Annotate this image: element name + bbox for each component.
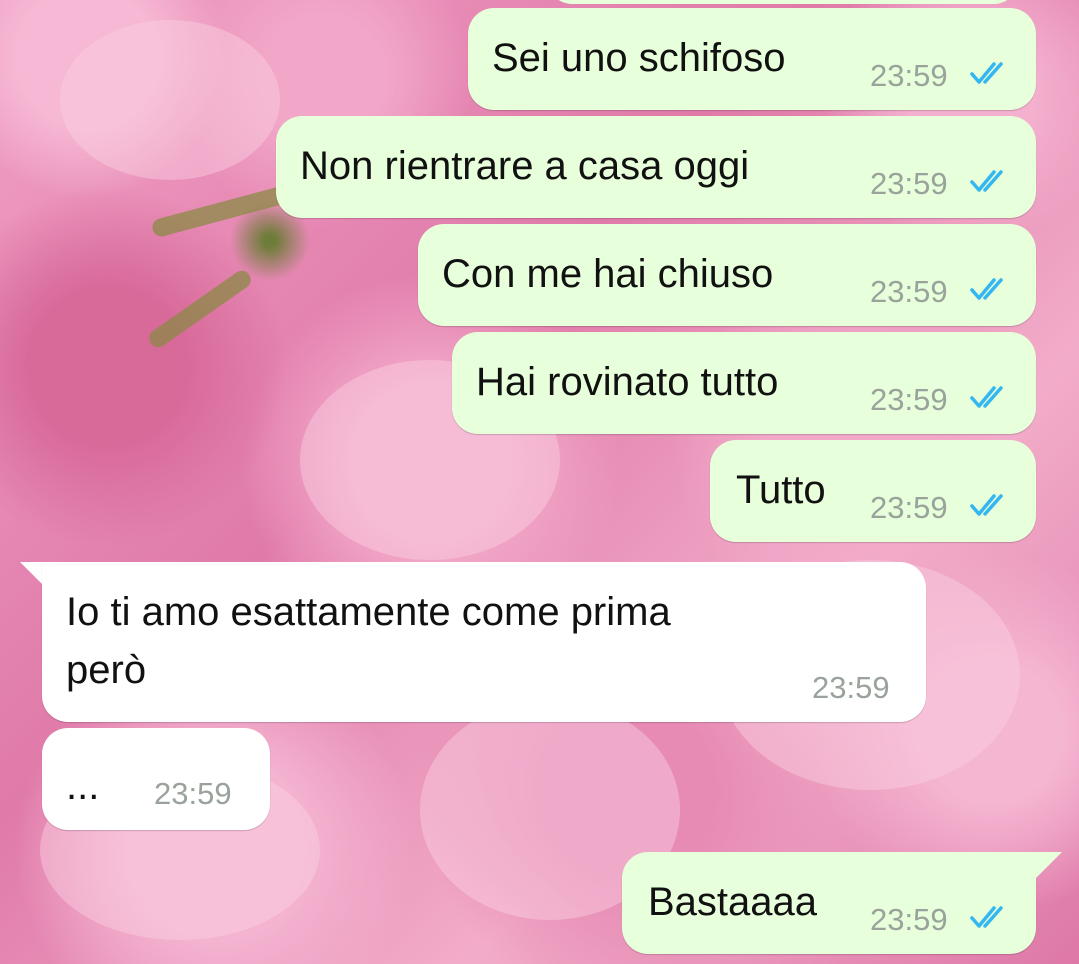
message-timestamp: 23:59: [870, 382, 948, 417]
double-check-read-icon: [970, 906, 1003, 928]
double-check-read-icon: [970, 278, 1003, 300]
message-text: Tutto: [736, 468, 826, 512]
message-timestamp: 23:59: [154, 776, 232, 811]
outgoing-message-bubble[interactable]: Tutto 23:59: [710, 440, 1036, 542]
previous-message-bubble-partial: [548, 0, 1018, 4]
message-text-line: Io ti amo esattamente come prima: [66, 590, 671, 634]
double-check-read-icon: [970, 494, 1003, 516]
message-timestamp: 23:59: [870, 58, 948, 93]
outgoing-message-bubble[interactable]: Sei uno schifoso 23:59: [468, 8, 1036, 110]
message-text: Bastaaaa: [648, 880, 818, 924]
message-text: Sei uno schifoso: [492, 36, 786, 80]
outgoing-message-bubble[interactable]: Con me hai chiuso 23:59: [418, 224, 1036, 326]
message-text: Hai rovinato tutto: [476, 360, 779, 404]
outgoing-message-bubble[interactable]: Bastaaaa 23:59: [622, 852, 1036, 954]
outgoing-message-bubble[interactable]: Hai rovinato tutto 23:59: [452, 332, 1036, 434]
message-timestamp: 23:59: [870, 902, 948, 937]
incoming-message-bubble[interactable]: ... 23:59: [42, 728, 270, 830]
incoming-message-bubble[interactable]: Io ti amo esattamente come prima però 23…: [42, 562, 926, 722]
outgoing-message-bubble[interactable]: Non rientrare a casa oggi 23:59: [276, 116, 1036, 218]
message-text: ...: [66, 764, 100, 808]
double-check-read-icon: [970, 386, 1003, 408]
outgoing-bubble-tail: [1036, 852, 1062, 878]
message-text-line: però: [66, 648, 147, 692]
message-text: Non rientrare a casa oggi: [300, 144, 750, 188]
double-check-read-icon: [970, 62, 1003, 84]
message-timestamp: 23:59: [870, 490, 948, 525]
message-timestamp: 23:59: [870, 166, 948, 201]
message-timestamp: 23:59: [812, 670, 890, 705]
message-text: Con me hai chiuso: [442, 252, 774, 296]
rose-petal: [60, 20, 280, 180]
message-timestamp: 23:59: [870, 274, 948, 309]
double-check-read-icon: [970, 170, 1003, 192]
rose-stem: [145, 267, 255, 351]
